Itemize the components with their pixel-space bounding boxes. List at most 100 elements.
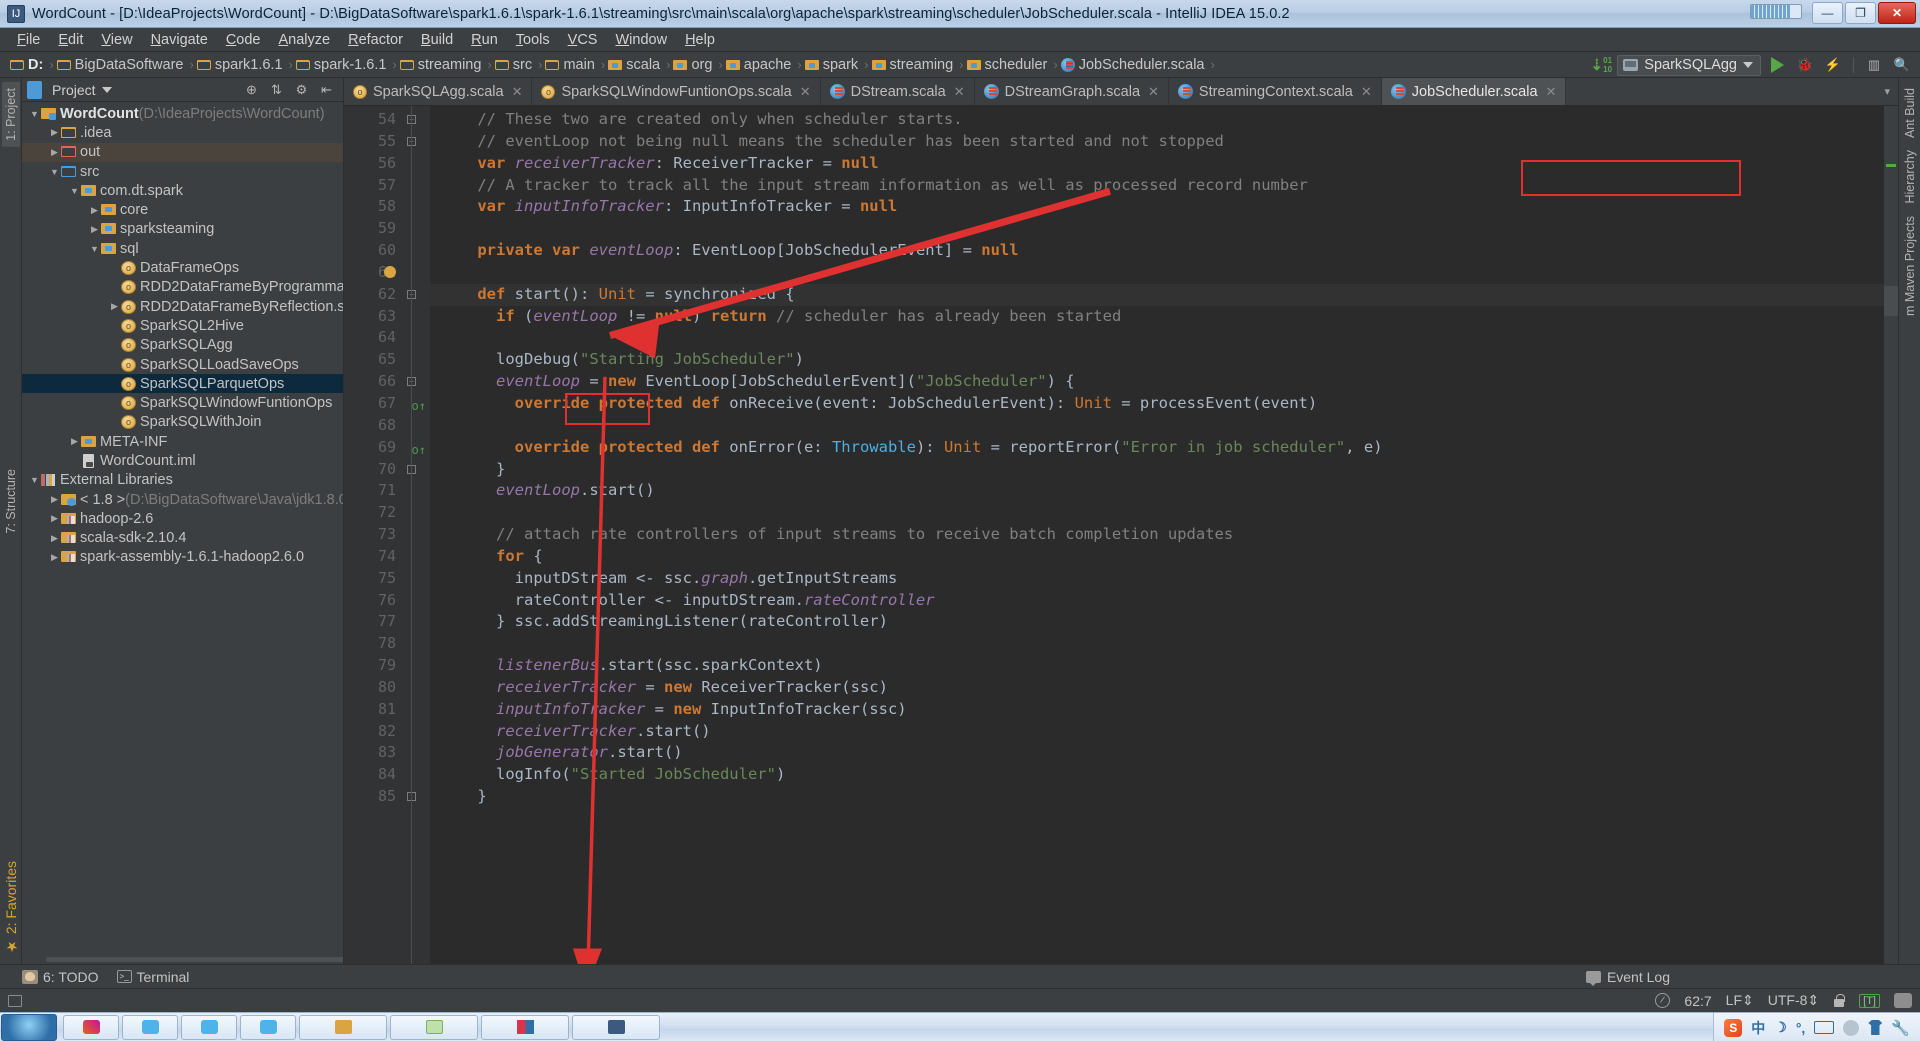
close-icon[interactable]: ✕ bbox=[1148, 84, 1159, 100]
breadcrumb-item[interactable]: spark1.6.1 › bbox=[196, 57, 296, 73]
tree-expand-arrow[interactable]: ▶ bbox=[88, 205, 101, 216]
tree-expand-arrow[interactable]: ▼ bbox=[48, 167, 61, 177]
line-number[interactable]: 71 bbox=[344, 480, 430, 502]
code-line[interactable]: receiverTracker = new ReceiverTracker(ss… bbox=[430, 677, 1884, 699]
taskbar-item-ppt[interactable] bbox=[481, 1014, 569, 1040]
code-line[interactable]: override protected def onError(e: Throwa… bbox=[430, 437, 1884, 459]
tool-tab-structure[interactable]: 7: Structure bbox=[2, 463, 20, 540]
line-number[interactable]: 61 bbox=[344, 262, 430, 284]
line-number[interactable]: 77 bbox=[344, 611, 430, 633]
breadcrumb-item[interactable]: spark › bbox=[804, 57, 872, 73]
tool-tab-ant-build[interactable]: Ant Build bbox=[1901, 82, 1919, 144]
breadcrumb-item[interactable]: spark-1.6.1 › bbox=[295, 57, 400, 73]
line-number[interactable]: 54− bbox=[344, 109, 430, 131]
editor-tab[interactable]: DStreamGraph.scala ✕ bbox=[975, 78, 1169, 105]
tree-expand-arrow[interactable]: ▶ bbox=[48, 494, 61, 505]
line-number[interactable]: 62− bbox=[344, 284, 430, 306]
close-icon[interactable]: ✕ bbox=[512, 84, 523, 100]
menu-window[interactable]: Window bbox=[606, 30, 676, 50]
line-number[interactable]: 80 bbox=[344, 677, 430, 699]
tree-node[interactable]: WordCount.iml bbox=[22, 451, 343, 470]
coverage-button[interactable]: ⚡ bbox=[1821, 54, 1845, 76]
tree-node[interactable]: ▼ src bbox=[22, 162, 343, 181]
run-button[interactable] bbox=[1765, 54, 1789, 76]
line-number[interactable]: 67 o↑ bbox=[344, 393, 430, 415]
breadcrumb-item[interactable]: src › bbox=[494, 57, 546, 73]
ime-language-icon[interactable]: 中 bbox=[1751, 1018, 1765, 1038]
tree-node[interactable]: SparkSQLWindowFuntionOps bbox=[22, 393, 343, 412]
breadcrumb-item[interactable]: scala › bbox=[608, 57, 673, 73]
menu-vcs[interactable]: VCS bbox=[559, 30, 607, 50]
editor-tab[interactable]: o SparkSQLAgg.scala ✕ bbox=[344, 78, 533, 105]
code-line[interactable]: var inputInfoTracker: InputInfoTracker =… bbox=[430, 196, 1884, 218]
tool-button-event-log[interactable]: Event Log bbox=[1585, 969, 1670, 986]
line-number[interactable]: 78 bbox=[344, 633, 430, 655]
code-line[interactable]: eventLoop = new EventLoop[JobSchedulerEv… bbox=[430, 371, 1884, 393]
taskbar-item-notes[interactable] bbox=[390, 1014, 478, 1040]
caret-position[interactable]: 62:7 bbox=[1684, 993, 1711, 1009]
tool-tab-hierarchy[interactable]: Hierarchy bbox=[1901, 144, 1919, 210]
line-number[interactable]: 81 bbox=[344, 699, 430, 721]
collapse-all-icon[interactable]: ⇅ bbox=[269, 81, 284, 99]
line-number[interactable]: 66− bbox=[344, 371, 430, 393]
tree-node[interactable]: ▶ RDD2DataFrameByReflection.scala bbox=[22, 297, 343, 316]
code-line[interactable]: logDebug("Starting JobScheduler") bbox=[430, 349, 1884, 371]
tree-node[interactable]: ▶ META-INF bbox=[22, 432, 343, 451]
project-horizontal-scrollbar[interactable] bbox=[46, 957, 343, 962]
tree-node[interactable]: ▼ com.dt.spark bbox=[22, 181, 343, 200]
line-number[interactable]: 83 bbox=[344, 742, 430, 764]
hide-panel-icon[interactable]: ⇤ bbox=[319, 81, 334, 99]
breadcrumb-item[interactable]: JobScheduler.scala › bbox=[1060, 57, 1218, 73]
tree-node[interactable]: ▼ sql bbox=[22, 239, 343, 258]
code-line[interactable]: logInfo("Started JobScheduler") bbox=[430, 764, 1884, 786]
code-line[interactable]: // eventLoop not being null means the sc… bbox=[430, 131, 1884, 153]
code-line[interactable] bbox=[430, 502, 1884, 524]
line-number[interactable]: 58 bbox=[344, 196, 430, 218]
code-line[interactable]: jobGenerator.start() bbox=[430, 742, 1884, 764]
menu-tools[interactable]: Tools bbox=[507, 30, 559, 50]
minimize-button[interactable]: — bbox=[1812, 2, 1843, 24]
tree-expand-arrow[interactable]: ▶ bbox=[48, 127, 61, 138]
code-line[interactable] bbox=[430, 262, 1884, 284]
code-line[interactable]: if (eventLoop != null) return // schedul… bbox=[430, 306, 1884, 328]
tree-node[interactable]: ▼ WordCount (D:\IdeaProjects\WordCount) bbox=[22, 104, 343, 123]
maximize-button[interactable]: ❐ bbox=[1845, 2, 1876, 24]
line-number[interactable]: 56 bbox=[344, 153, 430, 175]
close-icon[interactable]: ✕ bbox=[1546, 84, 1557, 100]
tree-expand-arrow[interactable]: ▶ bbox=[108, 301, 121, 312]
tree-node[interactable]: SparkSQLWithJoin bbox=[22, 413, 343, 432]
menu-file[interactable]: File bbox=[8, 30, 49, 50]
tree-expand-arrow[interactable]: ▶ bbox=[48, 552, 61, 563]
tree-node[interactable]: ▶ hadoop-2.6 bbox=[22, 509, 343, 528]
code-line[interactable]: for { bbox=[430, 546, 1884, 568]
line-number[interactable]: 68 bbox=[344, 415, 430, 437]
project-tree[interactable]: ▼ WordCount (D:\IdeaProjects\WordCount) ▶.… bbox=[22, 102, 343, 964]
moon-icon[interactable]: ☽ bbox=[1774, 1019, 1787, 1036]
tool-tab-project[interactable]: 1: Project bbox=[1, 82, 20, 147]
breadcrumb-item[interactable]: scheduler › bbox=[966, 57, 1061, 73]
code-line[interactable]: inputDStream <- ssc.graph.getInputStream… bbox=[430, 568, 1884, 590]
line-number[interactable]: 75 bbox=[344, 568, 430, 590]
intention-bulb-icon[interactable] bbox=[384, 265, 396, 278]
shirt-icon[interactable] bbox=[1868, 1020, 1883, 1035]
code-line[interactable]: } ssc.addStreamingListener(rateControlle… bbox=[430, 611, 1884, 633]
tree-expand-arrow[interactable]: ▶ bbox=[68, 436, 81, 447]
line-number[interactable]: 72 bbox=[344, 502, 430, 524]
line-number[interactable]: 84 bbox=[344, 764, 430, 786]
menu-code[interactable]: Code bbox=[217, 30, 270, 50]
breadcrumb-item[interactable]: BigDataSoftware › bbox=[56, 57, 197, 73]
search-icon[interactable]: 🔍 bbox=[1890, 54, 1914, 76]
status-clock-icon[interactable] bbox=[1655, 993, 1671, 1008]
code-line[interactable]: def start(): Unit = synchronized { bbox=[430, 283, 1884, 306]
line-number[interactable]: 55− bbox=[344, 131, 430, 153]
taskbar-item-explorer[interactable] bbox=[299, 1014, 387, 1040]
tree-expand-arrow[interactable]: ▼ bbox=[28, 475, 41, 485]
tree-node[interactable]: ▶ scala-sdk-2.10.4 bbox=[22, 529, 343, 548]
tree-node[interactable]: ▶ < 1.8 > (D:\BigDataSoftware\Java\jdk1.8… bbox=[22, 490, 343, 509]
tree-expand-arrow[interactable]: ▼ bbox=[88, 244, 101, 254]
project-structure-icon[interactable]: ▥ bbox=[1862, 54, 1886, 76]
menu-view[interactable]: View bbox=[92, 30, 141, 50]
line-number[interactable]: 85 bbox=[344, 786, 430, 808]
code-line[interactable] bbox=[430, 327, 1884, 349]
line-number[interactable]: 65 bbox=[344, 349, 430, 371]
